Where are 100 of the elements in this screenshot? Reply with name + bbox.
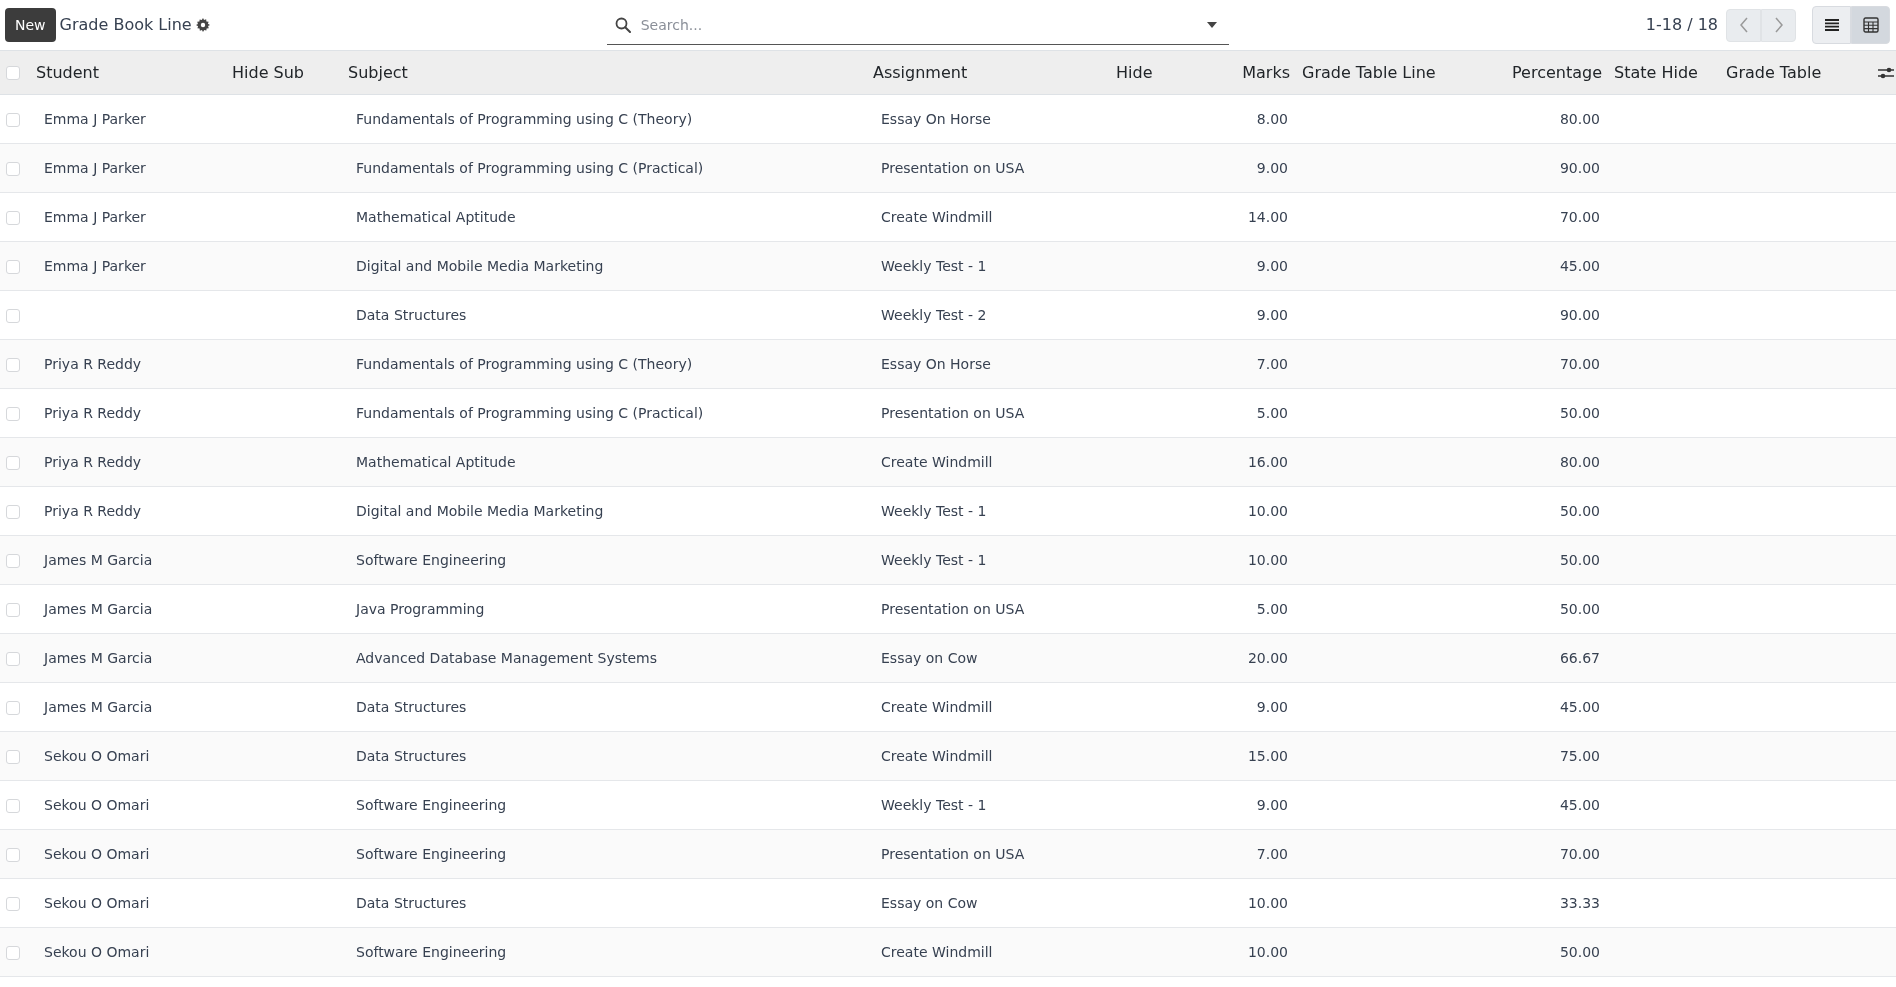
- list-view-button[interactable]: [1812, 6, 1851, 44]
- next-button[interactable]: [1761, 8, 1796, 42]
- row-checkbox[interactable]: [6, 798, 20, 813]
- page-title: Grade Book Line: [59, 14, 192, 36]
- table-grid-icon: [1862, 17, 1879, 33]
- column-header[interactable]: Hide Sub: [226, 50, 342, 95]
- grid-view-button[interactable]: [1851, 6, 1890, 44]
- table-cell: Sekou O Omari: [30, 927, 226, 977]
- row-checkbox[interactable]: [6, 749, 20, 764]
- table-cell: Priya R Reddy: [30, 339, 226, 389]
- table-cell: 70.00: [1506, 829, 1608, 879]
- table-cell: 9.00: [1230, 241, 1296, 291]
- table-cell: Emma J Parker: [30, 143, 226, 193]
- table-cell: Software Engineering: [342, 535, 867, 585]
- table-cell: Create Windmill: [867, 927, 1110, 977]
- column-header[interactable]: Grade Table: [1720, 50, 1870, 95]
- table-cell: Sekou O Omari: [30, 878, 226, 928]
- search-icon: [614, 17, 631, 33]
- chevron-right-icon: [1773, 17, 1784, 33]
- dropdown-caret-icon[interactable]: [1206, 22, 1217, 28]
- table-cell: 70.00: [1506, 339, 1608, 389]
- table-cell: 10.00: [1230, 535, 1296, 585]
- table-cell: Weekly Test - 2: [867, 290, 1110, 340]
- table-cell: 16.00: [1230, 437, 1296, 487]
- row-checkbox[interactable]: [6, 406, 20, 421]
- table-cell: Presentation on USA: [867, 829, 1110, 879]
- row-checkbox[interactable]: [6, 553, 20, 568]
- table-cell: Fundamentals of Programming using C (Practical): [342, 143, 867, 193]
- table-cell: Emma J Parker: [30, 241, 226, 291]
- table-cell: 20.00: [1230, 633, 1296, 683]
- table-cell: Digital and Mobile Media Marketing: [342, 241, 867, 291]
- column-header[interactable]: Percentage: [1506, 50, 1608, 95]
- table-cell: 33.33: [1506, 878, 1608, 928]
- column-header[interactable]: Assignment: [867, 50, 1110, 95]
- row-checkbox[interactable]: [6, 847, 20, 862]
- table-cell: 10.00: [1230, 486, 1296, 536]
- column-header[interactable]: Marks: [1230, 50, 1296, 95]
- column-header[interactable]: Student: [30, 50, 226, 95]
- table-cell: Presentation on USA: [867, 388, 1110, 438]
- table-cell: Priya R Reddy: [30, 388, 226, 438]
- table-cell: 8.00: [1230, 94, 1296, 144]
- table-cell: 7.00: [1230, 339, 1296, 389]
- table-cell: Java Programming: [342, 584, 867, 634]
- table-cell: 9.00: [1230, 780, 1296, 830]
- table-cell: Essay on Cow: [867, 878, 1110, 928]
- column-header[interactable]: Subject: [342, 50, 867, 95]
- table-cell: 90.00: [1506, 143, 1608, 193]
- table-cell: James M Garcia: [30, 633, 226, 683]
- table-cell: Software Engineering: [342, 829, 867, 879]
- list-icon: [1823, 18, 1840, 32]
- previous-button[interactable]: [1726, 8, 1761, 42]
- column-header[interactable]: Grade Table Line: [1296, 50, 1506, 95]
- table-cell: Essay On Horse: [867, 94, 1110, 144]
- table-cell: 9.00: [1230, 290, 1296, 340]
- row-checkbox[interactable]: [6, 112, 20, 127]
- chevron-left-icon: [1738, 17, 1749, 33]
- table-cell: 50.00: [1506, 486, 1608, 536]
- row-checkbox[interactable]: [6, 896, 20, 911]
- new-button[interactable]: New: [5, 8, 56, 42]
- table-cell: Presentation on USA: [867, 584, 1110, 634]
- table-cell: 70.00: [1506, 192, 1608, 242]
- table-cell: Priya R Reddy: [30, 486, 226, 536]
- select-all-checkbox[interactable]: [6, 66, 20, 80]
- table-cell: Data Structures: [342, 682, 867, 732]
- row-checkbox[interactable]: [6, 504, 20, 519]
- table-cell: 10.00: [1230, 927, 1296, 977]
- settings-icon[interactable]: [195, 18, 210, 32]
- table-cell: 45.00: [1506, 682, 1608, 732]
- table-cell: 80.00: [1506, 94, 1608, 144]
- table-cell: Sekou O Omari: [30, 731, 226, 781]
- table-cell: 14.00: [1230, 192, 1296, 242]
- table-cell: 45.00: [1506, 780, 1608, 830]
- table-cell: Fundamentals of Programming using C (Practical): [342, 388, 867, 438]
- search-field[interactable]: Search...: [606, 5, 1229, 45]
- row-checkbox[interactable]: [6, 210, 20, 225]
- pager-text: 1-18 / 18: [1645, 14, 1718, 36]
- table-cell: Priya R Reddy: [30, 437, 226, 487]
- row-checkbox[interactable]: [6, 357, 20, 372]
- table-cell: 66.67: [1506, 633, 1608, 683]
- column-header[interactable]: State Hide: [1608, 50, 1720, 95]
- row-checkbox[interactable]: [6, 651, 20, 666]
- row-checkbox[interactable]: [6, 602, 20, 617]
- table-cell: Weekly Test - 1: [867, 535, 1110, 585]
- column-header[interactable]: Hide: [1110, 50, 1230, 95]
- row-checkbox[interactable]: [6, 259, 20, 274]
- optional-columns-icon[interactable]: [1878, 66, 1894, 80]
- table-cell: 80.00: [1506, 437, 1608, 487]
- table-cell: 5.00: [1230, 584, 1296, 634]
- table-cell: Software Engineering: [342, 927, 867, 977]
- table-cell: James M Garcia: [30, 535, 226, 585]
- table-cell: James M Garcia: [30, 584, 226, 634]
- table-cell: Digital and Mobile Media Marketing: [342, 486, 867, 536]
- row-checkbox[interactable]: [6, 945, 20, 960]
- row-checkbox[interactable]: [6, 455, 20, 470]
- table-cell: 50.00: [1506, 388, 1608, 438]
- table-cell: Fundamentals of Programming using C (Theory): [342, 339, 867, 389]
- row-checkbox[interactable]: [6, 700, 20, 715]
- row-checkbox[interactable]: [6, 161, 20, 176]
- table-cell: Create Windmill: [867, 192, 1110, 242]
- row-checkbox[interactable]: [6, 308, 20, 323]
